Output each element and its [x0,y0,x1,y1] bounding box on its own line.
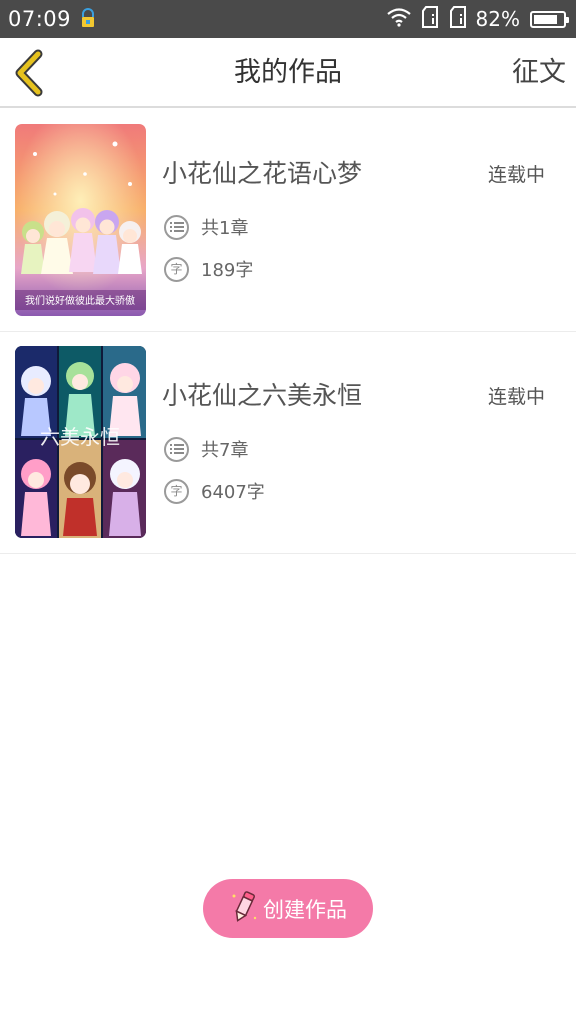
word-count-row: 字 6407字 [164,478,265,504]
work-item[interactable]: 六美永恒 小花仙之六美永恒 连载中 共7章 字 6407字 [0,332,576,554]
character-count-icon: 字 [164,478,189,504]
word-count-row: 字 189字 [164,256,253,282]
word-count: 6407字 [201,482,265,503]
chapter-count-row: 共7章 [164,436,248,462]
status-time: 07:09 [8,7,72,31]
list-icon [164,436,189,462]
create-work-label: 创建作品 [263,897,347,922]
work-title: 小花仙之六美永恒 [162,381,363,410]
sim-card-icon [448,5,468,33]
work-status: 连载中 [487,386,545,408]
work-cover-image: 我们说好做彼此最大骄傲 [15,124,146,316]
contest-button[interactable]: 征文 [512,38,566,108]
status-indicators: 82% [386,5,569,33]
cover-caption: 六美永恒 [40,425,120,449]
pencil-icon [229,890,259,928]
battery-level [534,14,557,24]
page-title: 我的作品 [234,57,342,88]
battery-percent: 82% [475,7,520,31]
title-bar: 我的作品 征文 [0,38,576,108]
cover-caption: 我们说好做彼此最大骄傲 [25,294,135,307]
list-icon [164,214,189,240]
work-item[interactable]: 我们说好做彼此最大骄傲 小花仙之花语心梦 连载中 共1章 字 189字 [0,110,576,332]
wifi-icon [386,7,412,31]
chapter-count-row: 共1章 [164,214,248,240]
work-list: 我们说好做彼此最大骄傲 小花仙之花语心梦 连载中 共1章 字 189字 六美永恒… [0,110,576,554]
battery-icon [530,10,569,28]
chapter-count: 共7章 [201,440,249,461]
word-count: 189字 [201,260,254,281]
chapter-count: 共1章 [201,218,249,239]
work-title: 小花仙之花语心梦 [162,159,363,188]
sim-card-icon [420,5,440,33]
status-bar: 07:09 82% [0,0,576,38]
work-cover-image: 六美永恒 [15,346,146,538]
lock-icon [79,8,97,30]
work-status: 连载中 [487,164,545,186]
character-count-icon: 字 [164,256,189,282]
create-work-button[interactable]: 创建作品 [203,879,373,938]
